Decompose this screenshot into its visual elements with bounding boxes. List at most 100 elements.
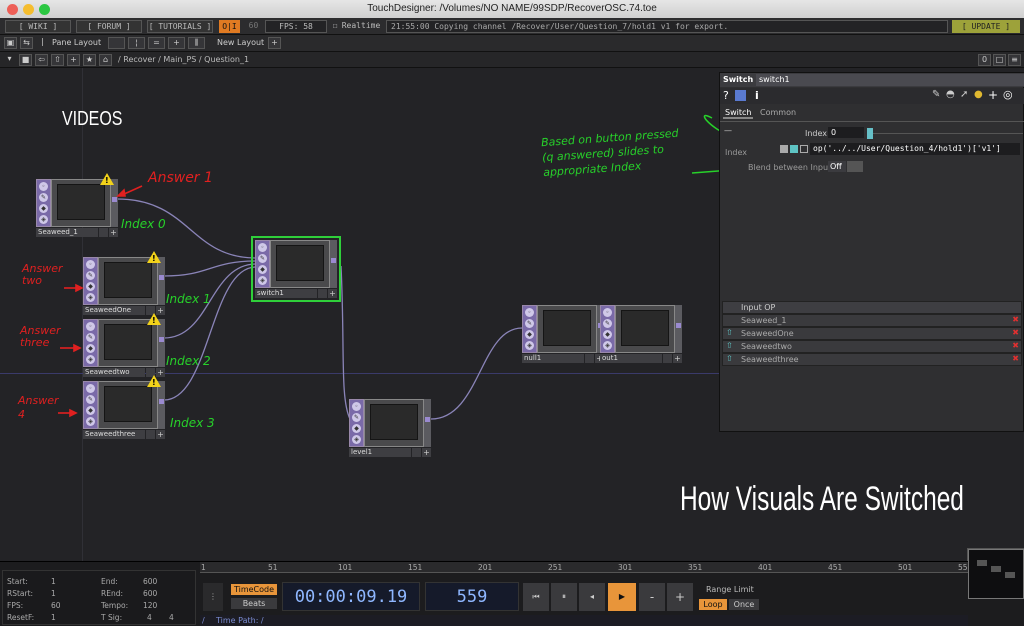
pane-menu-icon[interactable]: ≡: [1008, 54, 1021, 66]
index-field[interactable]: 0: [828, 127, 864, 138]
layout-quad-button[interactable]: +: [168, 37, 185, 49]
tutorials-button[interactable]: [ TUTORIALS ]: [147, 20, 213, 33]
range-limit-label: Range Limit: [706, 585, 754, 594]
home-icon[interactable]: ⌂: [99, 54, 112, 66]
tsig-label: T Sig:: [101, 613, 123, 622]
step-back-button[interactable]: ◂: [579, 583, 605, 611]
input-row[interactable]: ⇧ Seaweedtwo ✖: [722, 340, 1022, 353]
move-up-icon[interactable]: ⇧: [726, 328, 733, 337]
input-op-header: Input OP: [722, 301, 1022, 314]
tsig-denominator[interactable]: 4: [169, 613, 174, 622]
start-value[interactable]: 1: [51, 577, 56, 586]
back-icon[interactable]: ⇦: [35, 54, 48, 66]
expr-mode-toggle-2[interactable]: [790, 145, 798, 153]
realtime-checkbox[interactable]: ☐: [330, 20, 340, 33]
help-icon[interactable]: ?: [723, 89, 729, 102]
expr-mode-toggle-3[interactable]: [800, 145, 808, 153]
layout-triple-button[interactable]: ⫼: [188, 37, 205, 49]
time-path-label[interactable]: Time Path: /: [216, 616, 264, 625]
layout-split-v-button[interactable]: ¦: [128, 37, 145, 49]
tab-common[interactable]: Common: [760, 108, 796, 117]
beats-toggle[interactable]: Beats: [231, 598, 277, 609]
annotation-answer-1: Answer 1: [148, 170, 213, 186]
delete-icon[interactable]: ✖: [1012, 354, 1019, 363]
delete-icon[interactable]: ✖: [1012, 315, 1019, 324]
pause-button[interactable]: ⏸: [551, 583, 577, 611]
timecode-toggle[interactable]: TimeCode: [231, 584, 277, 595]
collapse-icon[interactable]: —: [724, 126, 732, 135]
expr-mode-toggle[interactable]: [780, 145, 788, 153]
resetf-value[interactable]: 1: [51, 613, 56, 622]
zoom-window-button[interactable]: [39, 4, 50, 15]
edit-icon[interactable]: ✎: [932, 89, 940, 100]
tsig-numerator[interactable]: 4: [147, 613, 152, 622]
frame-display[interactable]: 559: [425, 582, 519, 611]
image-icon[interactable]: ▣: [4, 37, 17, 49]
forum-button[interactable]: [ FORUM ]: [76, 20, 142, 33]
close-window-button[interactable]: [7, 4, 18, 15]
comment-icon[interactable]: ◓: [946, 89, 955, 100]
layout-split-h-button[interactable]: =: [148, 37, 165, 49]
info-icon[interactable]: i: [755, 89, 759, 102]
timecode-display[interactable]: 00:00:09.19: [282, 582, 420, 611]
pane-bar: ▣ ⇆ | Pane Layout ¦ = + ⫼ New Layout +: [0, 35, 1024, 52]
layout-single-button[interactable]: [108, 37, 125, 49]
add-icon[interactable]: +: [67, 54, 80, 66]
delete-icon[interactable]: ✖: [1012, 341, 1019, 350]
minimize-window-button[interactable]: [23, 4, 34, 15]
dual-pane-icon[interactable]: ⇆: [20, 37, 33, 49]
end-value[interactable]: 600: [143, 577, 157, 586]
increment-button[interactable]: +: [667, 583, 693, 611]
up-icon[interactable]: ⇧: [51, 54, 64, 66]
star-icon[interactable]: ★: [83, 54, 96, 66]
cursor-icon[interactable]: ➚: [960, 89, 968, 100]
menu-arrow-icon[interactable]: ▾: [3, 54, 16, 66]
play-button[interactable]: ▶: [608, 583, 636, 611]
annotation-answer-3: Answer three: [20, 324, 61, 349]
time-ruler[interactable]: 1 51 101 151 201 251 301 351 401 451 501…: [200, 562, 970, 573]
decrement-button[interactable]: -: [639, 583, 665, 611]
input-row[interactable]: ⇧ Seaweedthree ✖: [722, 353, 1022, 366]
network-minimap[interactable]: [968, 549, 1024, 599]
maximize-icon[interactable]: □: [993, 54, 1006, 66]
once-toggle[interactable]: Once: [729, 599, 759, 610]
loop-toggle[interactable]: Loop: [699, 599, 727, 610]
target-icon[interactable]: ◎: [1003, 88, 1013, 101]
rstart-value[interactable]: 1: [51, 589, 56, 598]
input-op-name[interactable]: Seaweedtwo: [741, 342, 792, 351]
input-op-name[interactable]: Seaweed_1: [741, 316, 786, 325]
tab-switch[interactable]: Switch: [723, 108, 754, 119]
index-expression-field[interactable]: op('../../User/Question_4/hold1')['v1']: [810, 143, 1020, 155]
op-name-field[interactable]: switch1: [756, 74, 1024, 86]
ruler-tick: 1: [201, 563, 206, 572]
wiki-button[interactable]: [ WIKI ]: [5, 20, 71, 33]
transport-menu-icon[interactable]: ⋮: [203, 583, 223, 611]
oi-toggle[interactable]: O|I: [219, 20, 240, 33]
rend-value[interactable]: 600: [143, 589, 157, 598]
python-help-icon[interactable]: [735, 90, 746, 101]
delete-icon[interactable]: ✖: [1012, 328, 1019, 337]
blend-toggle[interactable]: [847, 161, 863, 172]
update-button[interactable]: [ UPDATE ]: [952, 20, 1020, 33]
end-label: End:: [101, 577, 118, 586]
index-expr-label: Index: [725, 148, 748, 157]
input-row[interactable]: Seaweed_1 ✖: [722, 314, 1022, 327]
input-op-name[interactable]: Seaweedthree: [741, 355, 799, 364]
ruler-tick: 51: [268, 563, 278, 572]
annotation-index-3: Index 3: [170, 416, 215, 430]
stop-icon[interactable]: ■: [19, 54, 32, 66]
rewind-button[interactable]: ⏮: [523, 583, 549, 611]
move-up-icon[interactable]: ⇧: [726, 341, 733, 350]
fps-value[interactable]: 60: [51, 601, 61, 610]
input-row[interactable]: ⇧ SeaweedOne ✖: [722, 327, 1022, 340]
move-up-icon[interactable]: ⇧: [726, 354, 733, 363]
input-op-name[interactable]: SeaweedOne: [741, 329, 794, 338]
title-bar: TouchDesigner: /Volumes/NO NAME/99SDP/Re…: [0, 0, 1024, 18]
zero-button[interactable]: 0: [978, 54, 991, 66]
ruler-tick: 451: [828, 563, 843, 572]
tempo-value[interactable]: 120: [143, 601, 157, 610]
add-param-icon[interactable]: +: [988, 88, 998, 102]
network-path[interactable]: / Recover / Main_PS / Question_1: [118, 55, 249, 64]
python-icon[interactable]: ●: [974, 89, 983, 100]
new-layout-add-button[interactable]: +: [268, 37, 281, 49]
